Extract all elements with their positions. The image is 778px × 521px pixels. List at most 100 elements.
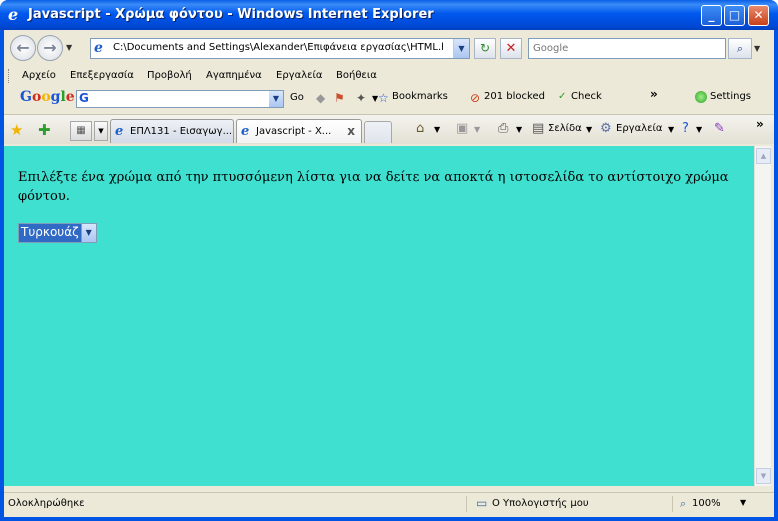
address-bar[interactable]: e C:\Documents and Settings\Alexander\Επ… (90, 38, 470, 59)
tab-javascript[interactable]: e Javascript - Χ... x (236, 119, 362, 143)
scroll-down-arrow-icon[interactable]: ▼ (756, 468, 771, 484)
quick-tabs-button[interactable]: ▦ (70, 121, 92, 141)
blocked-icon: ⊘ (470, 91, 481, 105)
tab-bar: ★ ✚ ▦ ▼ e ΕΠΛ131 - Εισαγωγ... e Javascri… (4, 114, 774, 144)
popup-blocker-icon[interactable]: ⚑ (334, 91, 345, 105)
browser-window: e Javascript - Χρώμα φόντου - Windows In… (0, 0, 778, 521)
tab-epl131[interactable]: e ΕΠΛ131 - Εισαγωγ... (110, 119, 234, 143)
settings-status-icon (695, 91, 707, 103)
grid-icon: ▦ (76, 125, 86, 136)
search-field[interactable] (528, 38, 726, 59)
back-button[interactable]: ← (10, 35, 36, 61)
menu-bar: Αρχείο Επεξεργασία Προβολή Αγαπημένα Εργ… (4, 67, 774, 85)
tools-menu-button[interactable]: Εργαλεία (616, 123, 662, 134)
command-bar-more-chevron[interactable]: » (756, 117, 764, 131)
address-toolbar: ← → ▼ e C:\Documents and Settings\Alexan… (4, 30, 774, 66)
page-icon: ▤ (532, 121, 545, 136)
tools-menu-dropdown-icon[interactable]: ▼ (668, 125, 674, 134)
menu-file[interactable]: Αρχείο (22, 70, 56, 81)
browser-chrome: ← → ▼ e C:\Documents and Settings\Alexan… (4, 30, 774, 517)
stop-icon: ✕ (505, 41, 517, 56)
check-button[interactable]: Check (571, 91, 602, 102)
gear-icon: ⚙ (600, 121, 612, 136)
zoom-magnifier-icon: ⌕ (680, 497, 687, 510)
blocked-counter[interactable]: 201 blocked (484, 91, 545, 102)
tab-list-button[interactable]: ▼ (94, 121, 108, 141)
home-dropdown-icon[interactable]: ▼ (434, 125, 440, 134)
research-icon[interactable]: ✎ (714, 121, 725, 136)
new-tab-button[interactable] (364, 121, 392, 143)
toolbar-more-chevron[interactable]: » (650, 87, 658, 101)
bookmarks-button[interactable]: Bookmarks (392, 91, 448, 102)
settings-button[interactable]: Settings (710, 91, 751, 102)
tab-label: Javascript - Χ... (256, 126, 332, 137)
minimize-button[interactable]: _ (701, 5, 722, 26)
computer-zone-icon: ▭ (476, 496, 488, 510)
tab-ie-icon: e (115, 124, 124, 139)
refresh-button[interactable]: ↻ (474, 38, 496, 59)
page-ie-icon: e (94, 40, 103, 56)
home-icon[interactable]: ⌂ (416, 121, 424, 136)
google-search-input[interactable]: G ▼ (76, 90, 284, 108)
instruction-text: Επιλέξτε ένα χρώμα από την πτυσσόμενη λί… (18, 170, 729, 204)
tab-close-icon[interactable]: x (347, 124, 355, 138)
maximize-button[interactable]: □ (724, 5, 745, 26)
scroll-up-arrow-icon[interactable]: ▲ (756, 148, 771, 164)
bookmarks-star-icon: ☆ (378, 91, 389, 105)
google-search-dropdown-icon[interactable]: ▼ (269, 91, 283, 107)
close-button[interactable]: ✕ (748, 5, 769, 26)
status-divider (672, 496, 673, 512)
magnifier-icon: ⌕ (736, 42, 744, 55)
print-icon[interactable]: ⎙ (498, 121, 508, 136)
forward-button[interactable]: → (37, 35, 63, 61)
google-g-icon: G (79, 91, 89, 105)
search-options-dropdown-icon[interactable]: ▼ (754, 38, 768, 59)
title-bar: e Javascript - Χρώμα φόντου - Windows In… (0, 0, 778, 30)
google-logo[interactable]: Google (20, 89, 75, 105)
menu-favorites[interactable]: Αγαπημένα (206, 70, 262, 81)
address-url[interactable]: C:\Documents and Settings\Alexander\Επιφ… (113, 42, 443, 53)
pagerank-icon[interactable]: ◆ (316, 91, 325, 105)
background-color-select[interactable]: Τυρκουάζ ▼ (18, 223, 97, 243)
help-icon[interactable]: ? (682, 121, 689, 136)
toolbar-grip[interactable] (8, 69, 11, 83)
page-menu-dropdown-icon[interactable]: ▼ (586, 125, 592, 134)
google-toolbar: Google G ▼ Go ◆ ⚑ ✦ ▼ ☆ Bookmarks ⊘ 201 … (4, 86, 774, 110)
help-dropdown-icon[interactable]: ▼ (696, 125, 702, 134)
vertical-scrollbar[interactable]: ▲ ▼ (754, 146, 771, 486)
menu-help[interactable]: Βοήθεια (336, 70, 377, 81)
status-divider (466, 496, 467, 512)
puzzle-icon[interactable]: ✦ (356, 91, 366, 105)
tab-label: ΕΠΛ131 - Εισαγωγ... (130, 126, 233, 137)
google-go-button[interactable]: Go (290, 92, 304, 103)
menu-view[interactable]: Προβολή (147, 70, 192, 81)
tab-ie-icon: e (241, 124, 250, 139)
menu-edit[interactable]: Επεξεργασία (70, 70, 134, 81)
address-dropdown-icon[interactable]: ▼ (453, 39, 469, 58)
feeds-dropdown-icon[interactable]: ▼ (474, 125, 480, 134)
zoom-level[interactable]: 100% (692, 498, 721, 509)
status-bar: Ολοκληρώθηκε ▭ Ο Υπολογιστής μου ⌕ 100% … (4, 492, 774, 514)
security-zone-label[interactable]: Ο Υπολογιστής μου (492, 498, 589, 509)
ie-logo-icon: e (8, 5, 19, 24)
zoom-dropdown-icon[interactable]: ▼ (740, 498, 746, 507)
stop-button[interactable]: ✕ (500, 38, 522, 59)
page-menu-button[interactable]: Σελίδα (548, 123, 582, 134)
favorites-star-icon[interactable]: ★ (10, 121, 23, 139)
history-dropdown-icon[interactable]: ▼ (66, 43, 72, 52)
spellcheck-icon: ✓ (558, 91, 567, 102)
print-dropdown-icon[interactable]: ▼ (516, 125, 522, 134)
add-favorite-icon[interactable]: ✚ (38, 121, 51, 139)
arrow-right-icon: → (43, 38, 57, 57)
feeds-icon[interactable]: ▣ (456, 121, 468, 136)
tab-list-dropdown-icon: ▼ (98, 127, 104, 135)
page-content: Επιλέξτε ένα χρώμα από την πτυσσόμενη λί… (4, 146, 754, 486)
menu-tools[interactable]: Εργαλεία (276, 70, 322, 81)
search-button[interactable]: ⌕ (728, 38, 752, 59)
color-select-value[interactable]: Τυρκουάζ (18, 223, 81, 243)
arrow-left-icon: ← (16, 38, 30, 57)
color-select-dropdown-icon[interactable]: ▼ (80, 223, 97, 243)
window-title: Javascript - Χρώμα φόντου - Windows Inte… (28, 7, 434, 22)
search-input[interactable] (533, 40, 723, 57)
refresh-icon: ↻ (479, 41, 491, 55)
